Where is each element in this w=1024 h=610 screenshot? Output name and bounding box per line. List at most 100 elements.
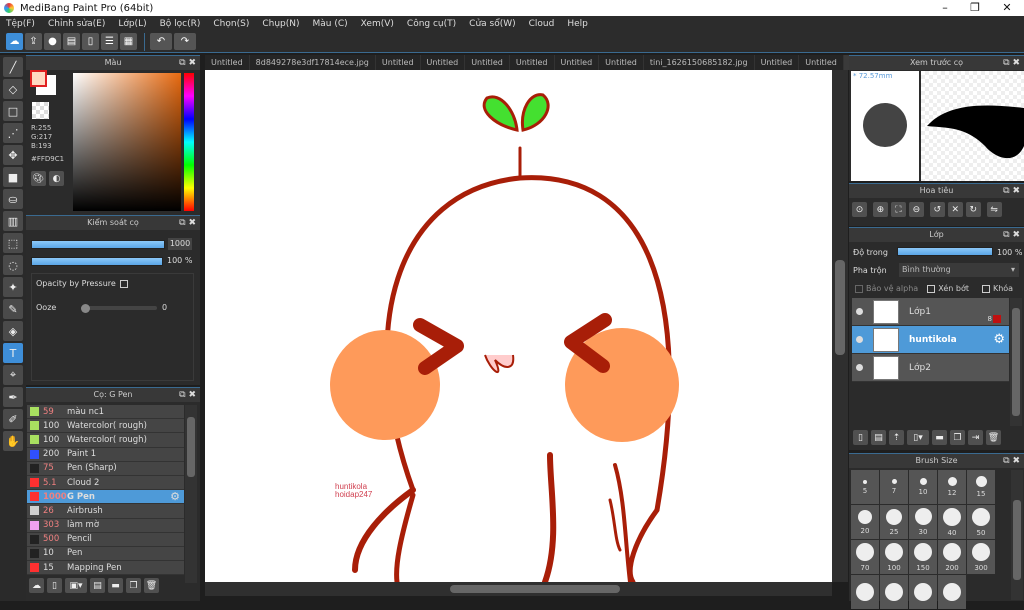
brush-size-option[interactable]: 70 <box>851 540 879 574</box>
brush-size-scrollbar[interactable] <box>1011 470 1023 600</box>
foreground-color[interactable] <box>30 70 47 87</box>
brush-size-option[interactable]: 12 <box>938 470 966 504</box>
menu-item[interactable]: Chụp(N) <box>262 19 299 29</box>
menu-item[interactable]: Help <box>567 19 588 29</box>
fit-screen-icon[interactable]: ⛶ <box>890 202 906 217</box>
rotate-right-icon[interactable]: ↻ <box>965 202 981 217</box>
brush-size-option[interactable] <box>880 575 908 609</box>
brush-item[interactable]: 200 Paint 1 <box>27 447 184 462</box>
minimize-button[interactable]: – <box>930 0 960 16</box>
cloud-brush-icon[interactable]: ☁ <box>29 578 44 593</box>
document-tab[interactable]: 8d849278e3df17814ece.jpg <box>250 55 376 70</box>
saturation-value-picker[interactable] <box>73 73 181 211</box>
brush-size-slider[interactable] <box>31 240 165 249</box>
brush-item[interactable]: 10 Pen <box>27 546 184 562</box>
document-tab[interactable]: Untitled <box>510 55 555 70</box>
layer-item[interactable]: Lớp2 <box>852 354 1009 382</box>
eraser-tool-icon[interactable]: ◇ <box>3 79 23 99</box>
brush-size-option[interactable]: 100 <box>880 540 908 574</box>
brush-tool-icon[interactable]: ╱ <box>3 57 23 77</box>
add-layer-dropdown-icon[interactable]: ▯▾ <box>907 430 929 445</box>
divide-tool-icon[interactable]: ✒ <box>3 387 23 407</box>
duplicate-layer-icon[interactable]: ❐ <box>950 430 965 445</box>
brush-list-scrollbar[interactable] <box>185 405 197 583</box>
layer-opacity-slider[interactable] <box>897 247 993 256</box>
document-tab[interactable]: Untitled <box>421 55 466 70</box>
panel-close-icon[interactable]: ⧉ ✖ <box>1003 184 1020 198</box>
brush-size-option[interactable]: 15 <box>967 470 995 504</box>
brush-size-option[interactable]: 5 <box>851 470 879 504</box>
add-brush-dropdown-icon[interactable]: ▣▾ <box>65 578 87 593</box>
layer-list-scrollbar[interactable] <box>1010 298 1022 426</box>
palette-icon[interactable]: 🎨︎ <box>31 171 46 186</box>
lock-checkbox[interactable] <box>981 284 990 293</box>
transparent-color[interactable] <box>32 102 49 119</box>
hue-slider[interactable] <box>184 73 194 211</box>
brush-item[interactable]: 15 Mapping Pen <box>27 561 184 576</box>
opacity-by-pressure-checkbox[interactable] <box>120 280 128 288</box>
brush-item[interactable]: 100 Watercolor( rough) <box>27 433 184 448</box>
undo-button[interactable]: ↶ <box>150 33 172 50</box>
menu-item[interactable]: Cửa sổ(W) <box>469 19 515 29</box>
brush-opacity-slider[interactable] <box>31 257 163 266</box>
menu-item[interactable]: Bộ lọc(R) <box>160 19 201 29</box>
eye-icon[interactable] <box>856 364 863 371</box>
panel-close-icon[interactable]: ⧉ ✖ <box>1003 56 1020 70</box>
fill-rect-tool-icon[interactable]: ■ <box>3 167 23 187</box>
brush-size-option[interactable]: 40 <box>938 505 966 539</box>
share-icon[interactable]: ⇪ <box>25 33 42 50</box>
document-tab[interactable]: Untitled <box>555 55 600 70</box>
brush-size-option[interactable] <box>909 575 937 609</box>
brush-settings-icon[interactable]: ▤ <box>90 578 105 593</box>
ooze-slider[interactable] <box>81 303 157 313</box>
gear-icon[interactable]: ⚙ <box>993 332 1005 347</box>
text-tool-icon[interactable]: T <box>3 343 23 363</box>
brush-size-option[interactable]: 7 <box>880 470 908 504</box>
maximize-button[interactable]: ❐ <box>960 0 990 16</box>
hand-tool-icon[interactable]: ✋ <box>3 431 23 451</box>
document-tab[interactable]: tini_1626150685182.jpg <box>644 55 755 70</box>
horizontal-scrollbar[interactable] <box>205 582 832 596</box>
brush-size-option[interactable]: 150 <box>909 540 937 574</box>
select-eraser-tool-icon[interactable]: ◈ <box>3 321 23 341</box>
new-layer-icon[interactable]: ▯ <box>853 430 868 445</box>
palette-settings-icon[interactable]: ◐ <box>49 171 64 186</box>
brush-item[interactable]: 75 Pen (Sharp) <box>27 461 184 476</box>
document-icon[interactable]: ▯ <box>82 33 99 50</box>
document-tab[interactable]: Untitled <box>465 55 510 70</box>
layer-item[interactable]: Lớp1 8 <box>852 298 1009 326</box>
brush-size-option[interactable] <box>938 575 966 609</box>
message-icon[interactable]: ▤ <box>63 33 80 50</box>
shape-tool-icon[interactable]: □ <box>3 101 23 121</box>
zoom-actual-icon[interactable]: ⊙ <box>852 202 867 217</box>
panel-close-icon[interactable]: ⧉ ✖ <box>1003 454 1020 468</box>
delete-icon[interactable]: 🗑︎ <box>144 578 159 593</box>
panel-close-icon[interactable]: ⧉ ✖ <box>1003 228 1020 242</box>
eye-icon[interactable] <box>856 336 863 343</box>
menu-item[interactable]: Chỉnh sửa(E) <box>48 19 105 29</box>
menu-item[interactable]: Màu (C) <box>313 19 348 29</box>
panel-close-icon[interactable]: ⧉ ✖ <box>179 388 196 402</box>
layer-folder-icon[interactable]: ▬ <box>932 430 947 445</box>
bucket-tool-icon[interactable]: ⛀ <box>3 189 23 209</box>
rotate-left-icon[interactable]: ↺ <box>929 202 945 217</box>
drawing-canvas[interactable]: huntikola hoidap247 <box>205 70 832 582</box>
folder-icon[interactable]: ▬ <box>108 578 123 593</box>
redo-button[interactable]: ↷ <box>174 33 196 50</box>
eye-icon[interactable] <box>856 308 863 315</box>
merge-layer-icon[interactable]: ⇥ <box>968 430 983 445</box>
brush-item[interactable]: 59 màu nc1 <box>27 405 184 420</box>
protect-alpha-checkbox[interactable] <box>855 284 863 293</box>
brush-size-option[interactable]: 20 <box>851 505 879 539</box>
gradient-tool-icon[interactable]: ▥ <box>3 211 23 231</box>
brush-size-value[interactable]: 1000 <box>168 238 192 250</box>
brush-size-option[interactable]: 25 <box>880 505 908 539</box>
brush-size-option[interactable]: 10 <box>909 470 937 504</box>
document-tab[interactable]: Untitled <box>205 55 250 70</box>
zoom-in-icon[interactable]: ⊕ <box>872 202 888 217</box>
brush-item[interactable]: 500 Pencil <box>27 532 184 547</box>
duplicate-icon[interactable]: ❐ <box>126 578 141 593</box>
menu-item[interactable]: Chọn(S) <box>213 19 249 29</box>
panel-close-icon[interactable]: ⧉ ✖ <box>179 216 196 230</box>
close-button[interactable]: ✕ <box>992 0 1022 16</box>
